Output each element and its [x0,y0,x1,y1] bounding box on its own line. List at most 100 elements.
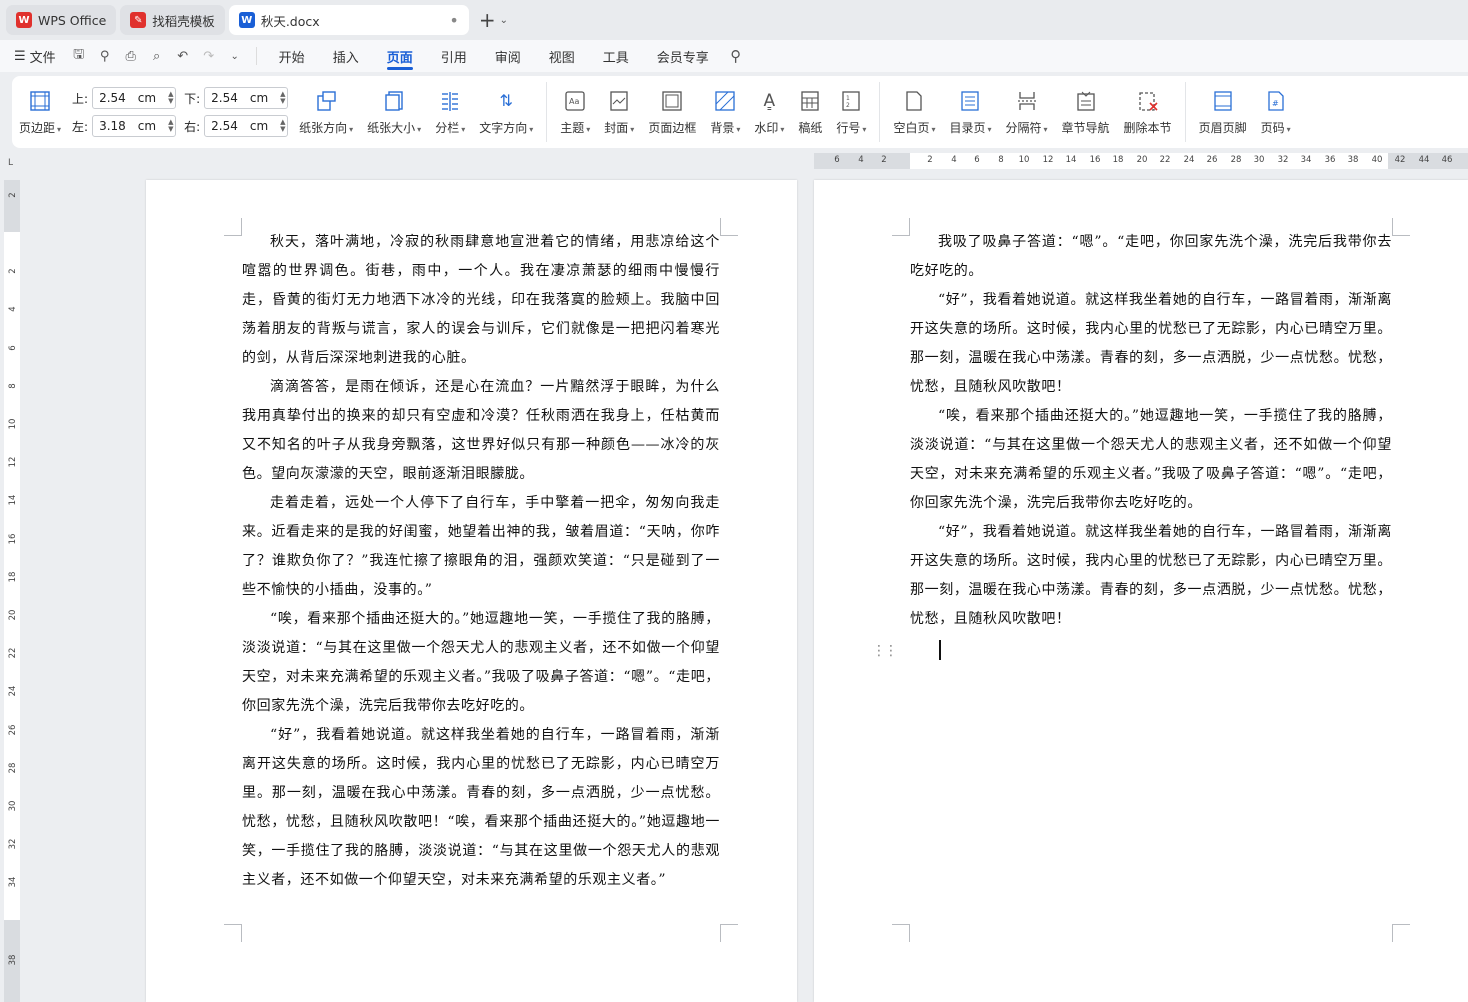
ruler-tick: 14 [8,494,18,506]
unit-label: cm [137,119,157,133]
paragraph: 我吸了吸鼻子答道：“嗯”。“走吧，你回家先洗个澡，洗完后我带你去吃好吃的。 [910,234,1392,279]
line-number-button[interactable]: 12 行号 ▾ [829,76,873,148]
unit-label: cm [249,91,269,105]
watermark-button[interactable]: A͇ 水印 ▾ [747,76,791,148]
divider [1184,82,1186,142]
columns-button[interactable]: 分栏 ▾ [428,76,472,148]
columns-icon [438,89,462,113]
page-number-button[interactable]: # 页码 ▾ [1254,76,1298,148]
right-margin-input[interactable]: 2.54 cm ▲ ▼ [204,115,289,137]
ruler-tick: 6 [974,155,980,165]
tab-membership[interactable]: 会员专享 [657,40,709,72]
ruler-tick: 46 [1441,155,1453,165]
tab-view[interactable]: 视图 [549,40,575,72]
bottom-margin-field: 下: 2.54 cm ▲ ▼ [184,87,289,109]
crop-mark [892,924,910,942]
ruler-corner[interactable]: L [8,158,13,168]
line-number-icon: 12 [839,89,863,113]
print-icon[interactable]: ⎙ [123,48,139,64]
top-margin-input[interactable]: 2.54 cm ▲ ▼ [92,87,177,109]
ruler-tick: 12 [8,456,18,468]
print-preview-icon[interactable]: ⌕ [149,48,165,64]
tab-label: 秋天.docx [260,13,320,29]
tab-page[interactable]: 页面 [386,40,413,72]
tab-tools[interactable]: 工具 [603,40,629,72]
text-direction-button[interactable]: ⇅ 文字方向 ▾ [472,76,540,148]
undo-icon[interactable]: ↶ [175,48,191,64]
redo-icon[interactable]: ↷ [201,48,217,64]
wps-logo-icon: W [16,12,32,28]
left-margin-field: 左: 3.18 cm ▲ ▼ [72,115,177,137]
unsaved-dot-icon[interactable]: • [449,11,458,30]
left-margin-input[interactable]: 3.18 cm ▲ ▼ [92,115,177,137]
vertical-ruler[interactable]: 2 2 4 6 8 10 12 14 16 18 20 22 24 26 28 … [4,180,20,1002]
chevron-down-icon[interactable]: ⌄ [227,48,243,64]
unit-label: cm [137,91,157,105]
word-doc-icon: W [238,12,255,28]
manuscript-button[interactable]: 稿纸 [791,76,829,148]
crop-mark [1392,218,1410,236]
ruler-tick: 24 [8,685,18,697]
cover-button[interactable]: 封面 ▾ [597,76,641,148]
tab-references[interactable]: 引用 [441,40,467,72]
background-button[interactable]: 背景 ▾ [703,76,747,148]
page-2-body[interactable]: 我吸了吸鼻子答道：“嗯”。“走吧，你回家先洗个澡，洗完后我带你去吃好吃的。 “好… [910,228,1392,634]
tab-review[interactable]: 审阅 [495,40,521,72]
page-border-button[interactable]: 页面边框 [641,76,703,148]
spinner-icon[interactable]: ▲ ▼ [168,119,176,133]
ruler-tick: 30 [1253,155,1265,165]
watermark-icon: A͇ [763,90,776,111]
delete-section-label: 删除本节 [1123,120,1172,135]
bottom-margin-value: 2.54 [211,91,238,105]
blank-page-button[interactable]: 空白页 ▾ [886,76,942,148]
save-icon[interactable]: 🖫 [71,47,87,64]
chevron-down-icon[interactable]: ⌄ [500,15,508,26]
tab-insert[interactable]: 插入 [333,40,359,72]
bottom-margin-input[interactable]: 2.54 cm ▲ ▼ [204,87,289,109]
svg-text:2: 2 [846,102,850,109]
page-number-label: 页码 [1260,120,1285,135]
drag-handle-icon[interactable]: ⋮⋮ [872,643,898,659]
background-label: 背景 [710,120,735,135]
manuscript-icon [798,89,822,113]
divider [546,82,548,142]
tab-document[interactable]: W 秋天.docx • [228,5,469,35]
paper-size-icon [382,89,406,113]
delete-section-button[interactable]: 删除本节 [1117,76,1179,148]
ruler-tick: 16 [1089,155,1101,165]
tab-wps-office[interactable]: W WPS Office [6,5,117,35]
tab-docer-templates[interactable]: ✎ 找稻壳模板 [120,5,225,35]
chapter-nav-button[interactable]: 章节导航 [1055,76,1117,148]
right-margin-value: 2.54 [211,119,238,133]
new-tab-plus-icon[interactable]: + [479,8,496,32]
spinner-icon[interactable]: ▲ ▼ [280,91,288,105]
page-border-icon [660,89,684,113]
ruler-tick: 18 [8,571,18,583]
right-margin-field: 右: 2.54 cm ▲ ▼ [184,115,289,137]
paragraph: “好”，我看着她说道。就这样我坐着她的自行车，一路冒着雨，渐渐离开这失意的场所。… [910,524,1392,627]
theme-button[interactable]: Aa 主题 ▾ [553,76,597,148]
text-cursor [939,640,941,660]
margins-button[interactable]: 页边距 ▾ [12,76,68,148]
ruler-tick: 38 [8,954,18,966]
horizontal-ruler[interactable]: 6 4 2 2 4 6 8 10 12 14 16 18 20 22 24 26… [814,153,1468,169]
ruler-tick: 2 [8,192,18,198]
spinner-icon[interactable]: ▲ ▼ [280,119,288,133]
orientation-button[interactable]: 纸张方向 ▾ [292,76,360,148]
spinner-icon[interactable]: ▲ ▼ [168,91,176,105]
ruler-tick: 24 [1183,155,1195,165]
break-button[interactable]: 分隔符 ▾ [999,76,1055,148]
paper-size-button[interactable]: 纸张大小 ▾ [360,76,428,148]
menu-bar: ☰ 文件 🖫 ⚲ ⎙ ⌕ ↶ ↷ ⌄ 开始 插入 页面 引用 审阅 视图 工具 … [0,40,1468,72]
document-page-2[interactable]: 我吸了吸鼻子答道：“嗯”。“走吧，你回家先洗个澡，洗完后我带你去吃好吃的。 “好… [814,180,1468,1002]
header-footer-button[interactable]: 页眉页脚 [1192,76,1254,148]
search-icon[interactable]: ⚲ [728,47,744,65]
file-menu-button[interactable]: ☰ 文件 [14,47,56,66]
format-painter-icon[interactable]: ⚲ [97,48,113,64]
page-1-body[interactable]: 秋天，落叶满地，冷寂的秋雨肆意地宣泄着它的情绪，用悲凉给这个喧嚣的世界调色。街巷… [242,228,720,895]
tab-home[interactable]: 开始 [279,40,305,72]
document-page-1[interactable]: 秋天，落叶满地，冷寂的秋雨肆意地宣泄着它的情绪，用悲凉给这个喧嚣的世界调色。街巷… [146,180,797,1002]
title-bar: W WPS Office ✎ 找稻壳模板 W 秋天.docx • + ⌄ [0,0,1468,40]
toc-page-button[interactable]: 目录页 ▾ [942,76,998,148]
ruler-tick: 34 [8,876,18,888]
